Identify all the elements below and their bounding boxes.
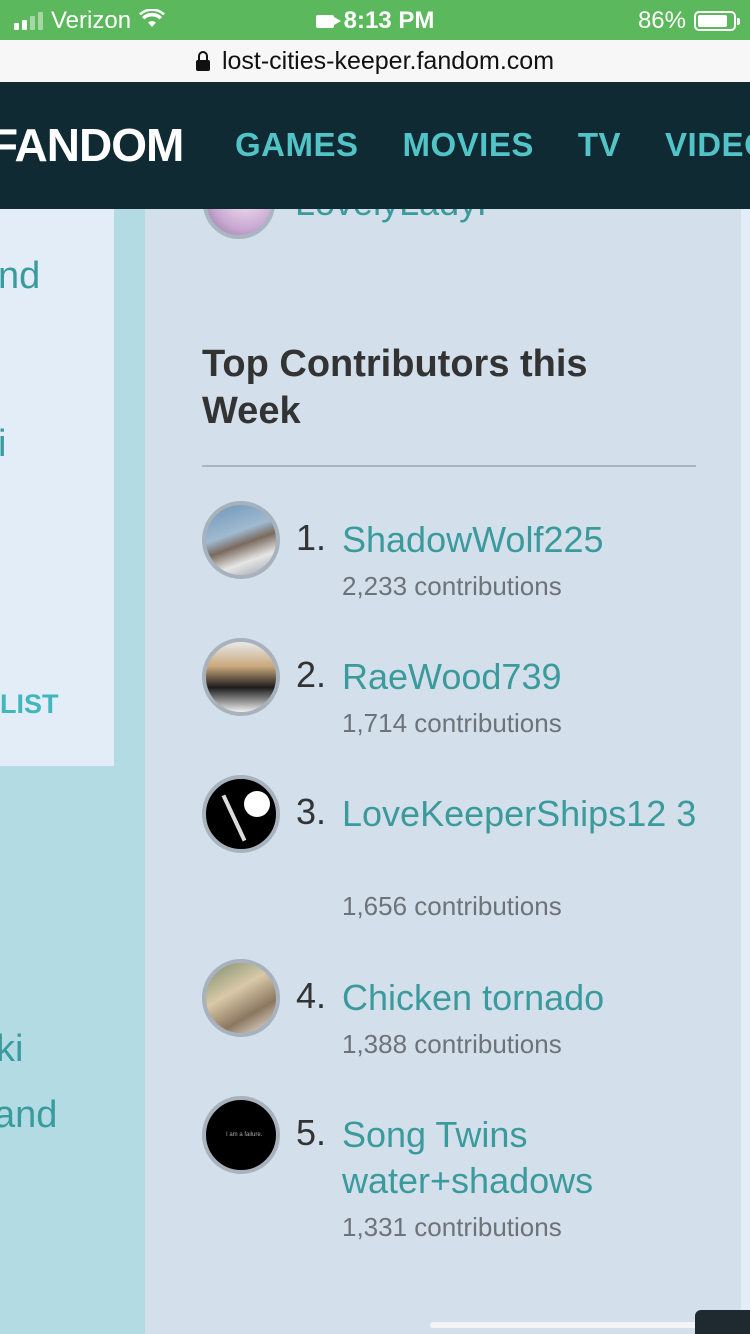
- battery-level: [698, 15, 727, 27]
- status-bar: Verizon 8:13 PM 86%: [0, 0, 750, 40]
- rank-number: 1.: [296, 517, 327, 558]
- right-edge-panel: [741, 209, 750, 1334]
- contribution-count: 1,331 contributions: [342, 1212, 562, 1242]
- avatar[interactable]: I am a failure.: [202, 1096, 280, 1174]
- username-link[interactable]: Song Twins water+shadows: [342, 1112, 702, 1204]
- rank-number: 2.: [296, 654, 327, 695]
- avatar[interactable]: [202, 501, 280, 579]
- fandom-nav: FANDOM GAMES MOVIES TV VIDEO: [0, 82, 750, 209]
- nav-items: GAMES MOVIES TV VIDEO: [235, 126, 750, 164]
- nav-item-movies[interactable]: MOVIES: [403, 126, 534, 164]
- contribution-count: 1,714 contributions: [342, 708, 562, 738]
- battery-percent: 86%: [637, 7, 686, 34]
- rank-number: 5.: [296, 1112, 327, 1153]
- rank-number: 3.: [296, 791, 327, 832]
- left-text-2[interactable]: i: [0, 423, 6, 466]
- floating-button[interactable]: [695, 1310, 750, 1334]
- avatar[interactable]: [202, 775, 280, 853]
- contribution-count: 2,233 contributions: [342, 571, 562, 601]
- lock-icon: [195, 50, 210, 71]
- home-indicator[interactable]: [430, 1322, 730, 1328]
- address-bar[interactable]: lost-cities-keeper.fandom.com: [0, 40, 750, 82]
- contribution-count: 1,656 contributions: [342, 891, 562, 921]
- nav-item-tv[interactable]: TV: [578, 126, 621, 164]
- main-panel: LovelyLadyF Top Contributors this Week 1…: [145, 209, 741, 1334]
- avatar[interactable]: [202, 638, 280, 716]
- username-link[interactable]: RaeWood739: [342, 654, 702, 700]
- left-panel: nd i LIST: [0, 209, 114, 766]
- battery-group: 86%: [637, 7, 740, 35]
- section-title: Top Contributors this Week: [202, 343, 588, 432]
- video-camera-icon: [315, 15, 341, 29]
- avatar-caption: I am a failure.: [226, 1132, 263, 1138]
- avatar[interactable]: [203, 209, 275, 239]
- left-text-4[interactable]: and: [0, 1094, 57, 1137]
- username-link[interactable]: ShadowWolf225: [342, 517, 702, 563]
- username-link[interactable]: Chicken tornado: [342, 975, 702, 1021]
- time-text: 8:13 PM: [343, 7, 435, 34]
- divider: [202, 465, 696, 467]
- nav-item-games[interactable]: GAMES: [235, 126, 359, 164]
- contribution-count: 1,388 contributions: [342, 1029, 562, 1059]
- previous-user[interactable]: LovelyLadyF: [203, 209, 499, 239]
- feather-icon: [221, 794, 247, 842]
- rank-number: 4.: [296, 975, 327, 1016]
- battery-icon: [694, 11, 740, 31]
- nav-item-video[interactable]: VIDEO: [665, 126, 750, 164]
- left-text-3[interactable]: ki: [0, 1028, 23, 1071]
- url-text[interactable]: lost-cities-keeper.fandom.com: [222, 47, 554, 76]
- fandom-logo[interactable]: FANDOM: [0, 118, 184, 172]
- username-link[interactable]: LovelyLadyF: [295, 209, 499, 224]
- avatar[interactable]: [202, 959, 280, 1037]
- username-link[interactable]: LoveKeeperShips12 3: [342, 791, 702, 837]
- left-text-1[interactable]: nd: [0, 255, 40, 298]
- moon-icon: [244, 791, 270, 817]
- left-list-link[interactable]: LIST: [0, 689, 59, 720]
